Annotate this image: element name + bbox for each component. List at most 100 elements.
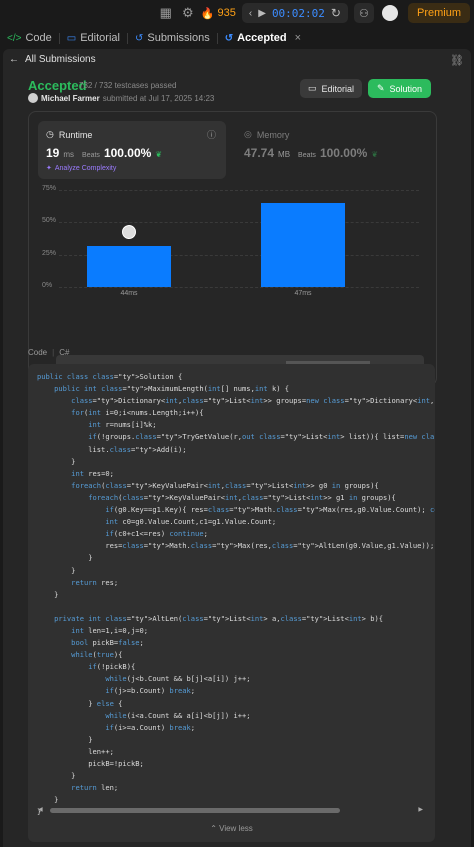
memory-unit: MB (278, 150, 291, 159)
runtime-distribution-chart: 75% 50% 25% 0% 44ms 47ms (29, 184, 436, 314)
memory-card[interactable]: ◎ Memory 47.74 MB Beats 100.00% ❦ (236, 121, 426, 179)
premium-button[interactable]: Premium (407, 3, 470, 23)
edit-icon: ✎ (376, 83, 385, 93)
code-line: bool pickB=false; (71, 638, 144, 648)
tab-submissions-label: Submissions (147, 32, 210, 44)
add-user-icon: ⚇ (359, 7, 369, 20)
horizontal-scrollbar[interactable]: ◀ ▶ (38, 806, 423, 814)
clock-icon: ◷ (46, 129, 54, 139)
code-line: while(true){ (71, 650, 123, 660)
scrollbar-thumb[interactable] (50, 808, 340, 813)
code-viewer[interactable]: public class class="ty">Solution { publi… (28, 364, 435, 842)
code-header: Code | C# (28, 348, 69, 357)
book-icon: ▭ (66, 32, 77, 44)
grid-line (59, 222, 419, 224)
author-avatar (28, 93, 38, 103)
code-line: if(j>=b.Count) break; (105, 686, 196, 696)
code-line: int res=0; (71, 468, 114, 478)
tab-submissions[interactable]: ↺ Submissions (128, 28, 217, 48)
grid-line (59, 287, 419, 288)
link-icon[interactable]: ⛓ (450, 54, 464, 67)
editorial-button[interactable]: ▭ Editorial (300, 79, 362, 98)
code-line: if(!pickB){ (88, 662, 136, 672)
editorial-button-label: Editorial (321, 83, 355, 94)
avatar[interactable] (381, 5, 398, 21)
streak-counter[interactable]: 🔥 935 (201, 7, 236, 20)
x-tick-label: 47ms (294, 290, 312, 297)
add-user-button[interactable]: ⚇ (353, 3, 374, 23)
author-name[interactable]: Michael Farmer (41, 94, 100, 103)
runtime-label: Runtime (58, 129, 93, 140)
x-tick-label: 44ms (120, 290, 138, 297)
code-line: public int class="ty">MaximumLength(int[… (54, 384, 290, 394)
code-line: } (37, 553, 93, 563)
flame-icon: 🔥 (200, 7, 215, 20)
runtime-card[interactable]: ◷ Runtime ⓘ 19 ms Beats 100.00% ❦ ✦ Anal… (38, 121, 226, 179)
view-less-button[interactable]: ⌃ View less (28, 824, 435, 833)
reset-icon[interactable]: ↻ (328, 6, 344, 20)
chart-bar-47ms[interactable] (261, 202, 345, 287)
code-line: len++; (37, 746, 114, 756)
code-line: } (37, 456, 76, 466)
streak-count: 935 (217, 7, 236, 19)
top-bar: ▦ ⚙ 🔥 935 ‹ ▶ 00:02:02 ↻ ⚇ Premium (0, 0, 474, 26)
code-block: public class class="ty">Solution { publi… (37, 371, 435, 818)
runtime-unit: ms (63, 150, 75, 159)
code-line: } (37, 565, 76, 575)
code-line: if(c0+c1<=res) continue; (105, 529, 208, 539)
code-line: list.class="ty">Add(i); (37, 444, 187, 454)
y-tick-label: 25% (42, 249, 57, 257)
status-accepted: Accepted (28, 78, 87, 93)
info-icon[interactable]: ⓘ (207, 128, 216, 141)
scroll-right-icon[interactable]: ▶ (418, 806, 423, 813)
code-line: int c0=g0.Value.Count,c1=g1.Value.Count; (105, 517, 277, 527)
chevron-up-icon: ⌃ (210, 824, 217, 833)
arrow-left-icon: ← (9, 54, 19, 65)
memory-value-row: 47.74 MB Beats 100.00% ❦ (244, 146, 378, 160)
code-line: return res; (71, 577, 119, 587)
analyze-complexity-link[interactable]: ✦ Analyze Complexity (46, 164, 117, 173)
code-line: foreach(class="ty">KeyValuePair<int,clas… (71, 480, 379, 490)
y-tick-label: 75% (42, 185, 57, 192)
tab-code[interactable]: </> Code (0, 28, 59, 48)
solution-button[interactable]: ✎ Solution (368, 79, 431, 98)
scroll-left-icon[interactable]: ◀ (38, 806, 43, 813)
runtime-header: ◷ Runtime (46, 129, 92, 140)
memory-beats: 100.00% (319, 146, 368, 160)
history-icon: ↺ (134, 32, 144, 44)
close-icon[interactable]: × (295, 32, 301, 44)
analyze-label: Analyze Complexity (54, 164, 117, 172)
code-line: return len; (71, 783, 119, 793)
memory-label: Memory (256, 129, 290, 140)
chart-bar-44ms[interactable] (87, 245, 171, 287)
runtime-beats: 100.00% (103, 146, 152, 160)
code-line: int len=1,i=0,j=0; (71, 625, 149, 635)
view-less-label: View less (219, 824, 253, 833)
testcases-passed: 732 / 732 testcases passed (79, 81, 177, 90)
tab-accepted[interactable]: ↺ Accepted × (218, 28, 308, 48)
grid-line (59, 190, 419, 191)
code-line: while(i<a.Count && a[i]<b[j]) i++; (105, 710, 251, 720)
play-icon[interactable]: ▶ (255, 8, 269, 19)
code-line: } (37, 771, 76, 781)
code-line: } else { (37, 698, 123, 708)
timer: ‹ ▶ 00:02:02 ↻ (241, 3, 348, 23)
gear-icon[interactable]: ⚙ (177, 2, 199, 24)
y-tick-label: 50% (42, 217, 57, 225)
layout-icon[interactable]: ▦ (155, 2, 177, 24)
code-line: private int class="ty">AltLen(class="ty"… (54, 613, 384, 623)
all-submissions-link[interactable]: ← All Submissions ⛓ (9, 54, 464, 67)
tab-code-label: Code (25, 32, 52, 44)
chevron-left-icon[interactable]: ‹ (246, 8, 255, 19)
timer-value: 00:02:02 (271, 6, 325, 20)
leaf-icon: ❦ (155, 150, 163, 159)
tab-accepted-label: Accepted (237, 32, 287, 44)
code-line: } (37, 795, 59, 805)
tab-editorial[interactable]: ▭ Editorial (60, 28, 127, 48)
all-submissions-label: All Submissions (25, 54, 96, 65)
separator: | (52, 348, 55, 357)
y-tick-label: 0% (42, 282, 53, 289)
code-line: while(j<b.Count && b[j]<a[i]) j++; (105, 674, 251, 684)
code-icon: </> (7, 32, 22, 44)
